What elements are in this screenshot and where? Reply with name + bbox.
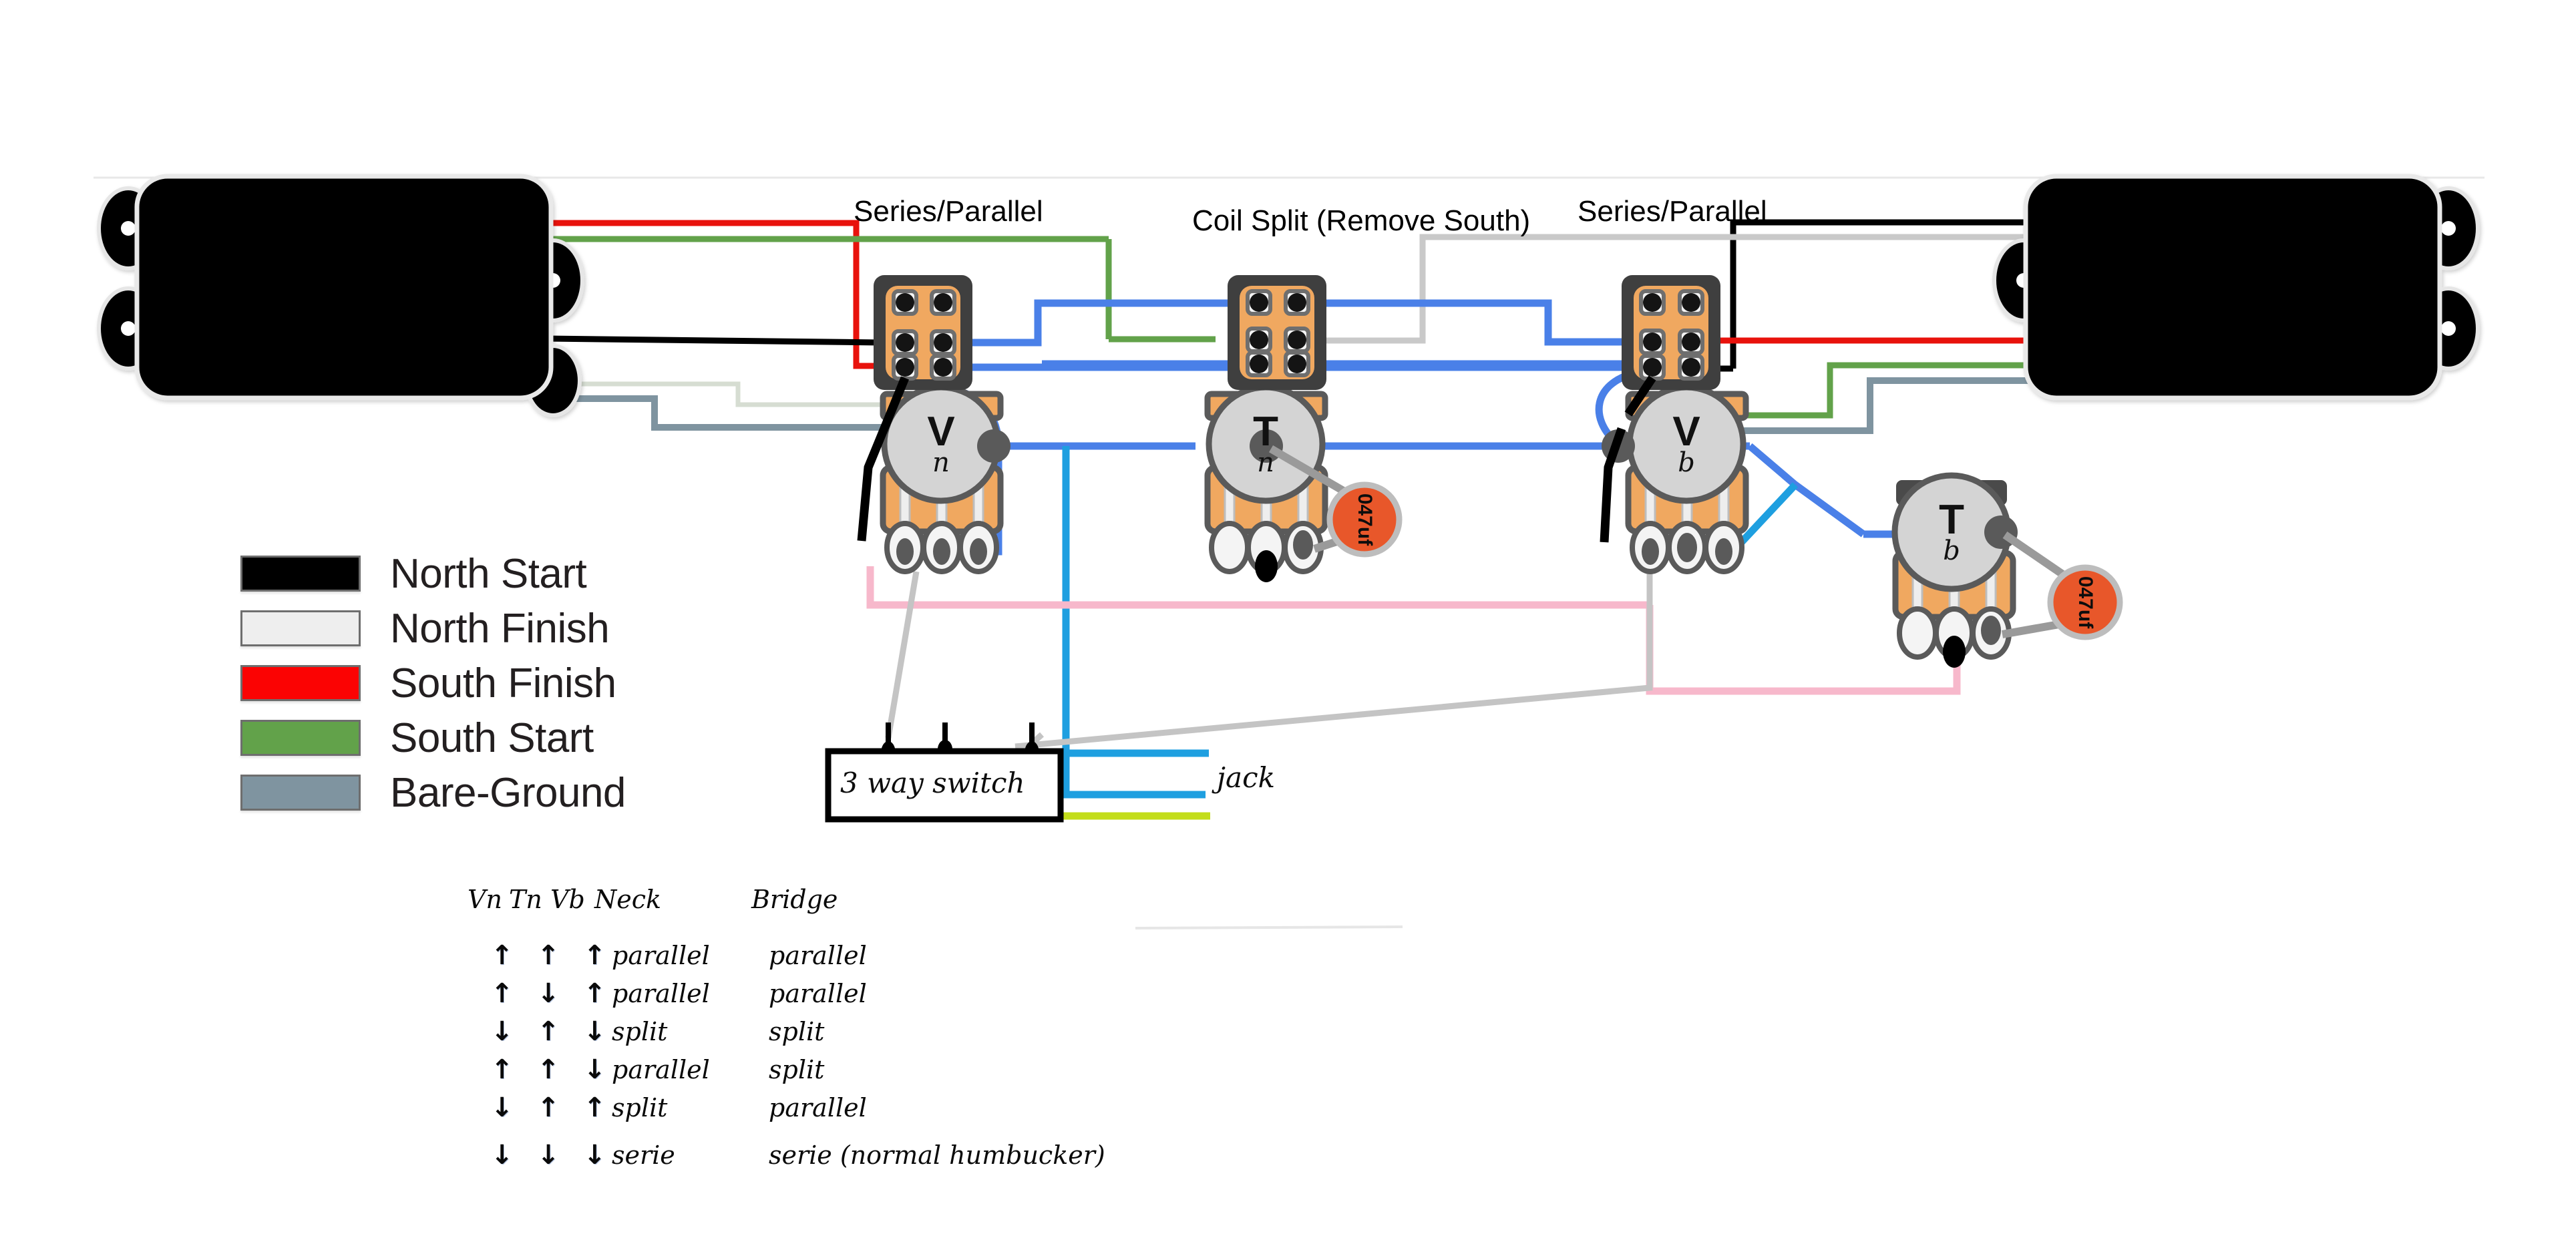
wire-neck-black <box>546 335 881 346</box>
legend-label-south-start: South Start <box>390 714 594 761</box>
row-neck-value: split <box>612 1093 668 1122</box>
wire-gray-vn-to-switch <box>885 571 920 739</box>
legend-label-north-start: North Start <box>390 550 587 597</box>
legend-label-bare-ground: Bare-Ground <box>390 769 626 816</box>
row-neck-value: parallel <box>612 941 710 970</box>
toggle-neck-series-parallel[interactable] <box>874 275 972 390</box>
pot-tone-bridge-label: T b <box>1939 497 1964 564</box>
legend-label-north-finish: North Finish <box>390 605 610 652</box>
arrow-vb: ↑ <box>583 1092 606 1123</box>
wiring-diagram-canvas: 047uf 047uf V n T n V b T b Series/Paral… <box>0 0 2576 1256</box>
pot-vb-main: V <box>1672 409 1700 455</box>
toggle-coil-split[interactable] <box>1228 275 1326 390</box>
row-neck-value: parallel <box>612 1055 710 1084</box>
annotation-bridge-series-parallel: Series/Parallel <box>1578 195 1767 228</box>
row-bridge-value: split <box>769 1055 825 1084</box>
row-neck-value: serie <box>612 1140 675 1170</box>
row-arrows: ↑ ↑ ↓ <box>468 1056 612 1083</box>
arrow-tn: ↓ <box>537 978 560 1009</box>
neck-humbucker <box>97 174 584 417</box>
annotation-coil-split: Coil Split (Remove South) <box>1192 204 1531 237</box>
pot-tone-neck-label: T n <box>1253 409 1278 476</box>
wire-bridge-black-a <box>1730 219 2032 369</box>
row-bridge-value: parallel <box>769 1093 867 1122</box>
header-tn: Tn <box>509 885 542 914</box>
bridge-humbucker <box>1992 174 2480 401</box>
pot-tb-main: T <box>1939 497 1964 544</box>
row-bridge-value: serie (normal humbucker) <box>769 1140 1105 1170</box>
row-neck-value: split <box>612 1017 668 1046</box>
wire-split-to-bridge-toggle <box>1308 299 1630 346</box>
arrow-vn: ↑ <box>490 940 514 971</box>
arrow-vn: ↑ <box>490 978 514 1009</box>
legend-swatch-north-start <box>240 556 361 592</box>
switch-position-table: Vn Tn Vb Neck Bridge ↑ ↑ ↑ parallel para… <box>468 885 1105 1179</box>
arrow-vn: ↓ <box>490 1016 514 1047</box>
switch-table-row: ↓ ↑ ↓ split split <box>468 1017 1105 1055</box>
legend-swatch-south-start <box>240 720 361 756</box>
switch-table-row: ↑ ↑ ↑ parallel parallel <box>468 941 1105 979</box>
arrow-vb: ↑ <box>583 978 606 1009</box>
header-vn: Vn <box>468 885 502 914</box>
pot-volume-neck-label: V n <box>927 409 955 476</box>
pot-vn-main: V <box>927 409 955 455</box>
legend-row-bare-ground: Bare-Ground <box>240 765 655 820</box>
arrow-vb: ↑ <box>583 940 606 971</box>
row-arrows: ↓ ↓ ↓ <box>468 1142 612 1169</box>
switch-table-header-bridge: Bridge <box>751 885 838 914</box>
arrow-vb: ↓ <box>583 1054 606 1085</box>
pot-tone-bridge[interactable] <box>1891 472 2073 668</box>
legend-label-south-finish: South Finish <box>390 660 616 706</box>
row-arrows: ↓ ↑ ↑ <box>468 1094 612 1121</box>
three-way-switch-label: 3 way switch <box>840 767 1025 799</box>
pot-volume-bridge-label: V b <box>1672 409 1700 476</box>
capacitor-neck-label: 047uf <box>1354 493 1376 546</box>
row-bridge-value: parallel <box>769 941 867 970</box>
wire-vb-to-tb <box>1747 443 1866 538</box>
row-bridge-value: split <box>769 1017 825 1046</box>
switch-table-row: ↑ ↓ ↑ parallel parallel <box>468 979 1105 1017</box>
arrow-tn: ↓ <box>537 1140 560 1171</box>
annotation-neck-series-parallel: Series/Parallel <box>854 195 1043 228</box>
switch-table-row: ↑ ↑ ↓ parallel split <box>468 1055 1105 1093</box>
legend-row-north-start: North Start <box>240 546 655 601</box>
switch-table-row: ↓ ↓ ↓ serie serie (normal humbucker) <box>468 1140 1105 1179</box>
arrow-tn: ↑ <box>537 1092 560 1123</box>
legend-swatch-north-finish <box>240 610 361 646</box>
jack-label: jack <box>1217 761 1276 794</box>
wire-gray-vb-to-switch <box>1015 572 1653 750</box>
pot-tn-main: T <box>1253 409 1278 455</box>
legend-swatch-bare-ground <box>240 775 361 811</box>
row-arrows: ↑ ↓ ↑ <box>468 980 612 1007</box>
pot-vn-wiper-node <box>977 429 1010 463</box>
arrow-vb: ↓ <box>583 1016 606 1047</box>
switch-table-header-neck: Neck <box>594 885 662 914</box>
arrow-tn: ↑ <box>537 1016 560 1047</box>
switch-table-row: ↓ ↑ ↑ split parallel <box>468 1093 1105 1131</box>
arrow-tn: ↑ <box>537 940 560 971</box>
capacitor-bridge-label: 047uf <box>2074 576 2096 629</box>
wire-hot-to-jack <box>1062 755 1206 799</box>
legend-row-south-finish: South Finish <box>240 656 655 710</box>
wire-neck-red <box>548 220 860 354</box>
arrow-vb: ↓ <box>583 1140 606 1171</box>
switch-table-header: Vn Tn Vb Neck Bridge <box>468 885 1105 926</box>
legend-swatch-south-finish <box>240 665 361 701</box>
legend-row-south-start: South Start <box>240 710 655 765</box>
arrow-vn: ↓ <box>490 1140 514 1171</box>
arrow-vn: ↑ <box>490 1054 514 1085</box>
header-vb: Vb <box>550 885 585 914</box>
row-bridge-value: parallel <box>769 979 867 1008</box>
switch-table-header-controls: Vn Tn Vb <box>468 887 594 912</box>
row-arrows: ↑ ↑ ↑ <box>468 942 612 969</box>
bridge-header-rule <box>1135 925 1403 929</box>
arrow-tn: ↑ <box>537 1054 560 1085</box>
arrow-vn: ↓ <box>490 1092 514 1123</box>
row-neck-value: parallel <box>612 979 710 1008</box>
row-arrows: ↓ ↑ ↓ <box>468 1018 612 1045</box>
wire-color-legend: North Start North Finish South Finish So… <box>240 546 655 820</box>
legend-row-north-finish: North Finish <box>240 601 655 656</box>
toggle-bridge-series-parallel[interactable] <box>1622 275 1720 390</box>
